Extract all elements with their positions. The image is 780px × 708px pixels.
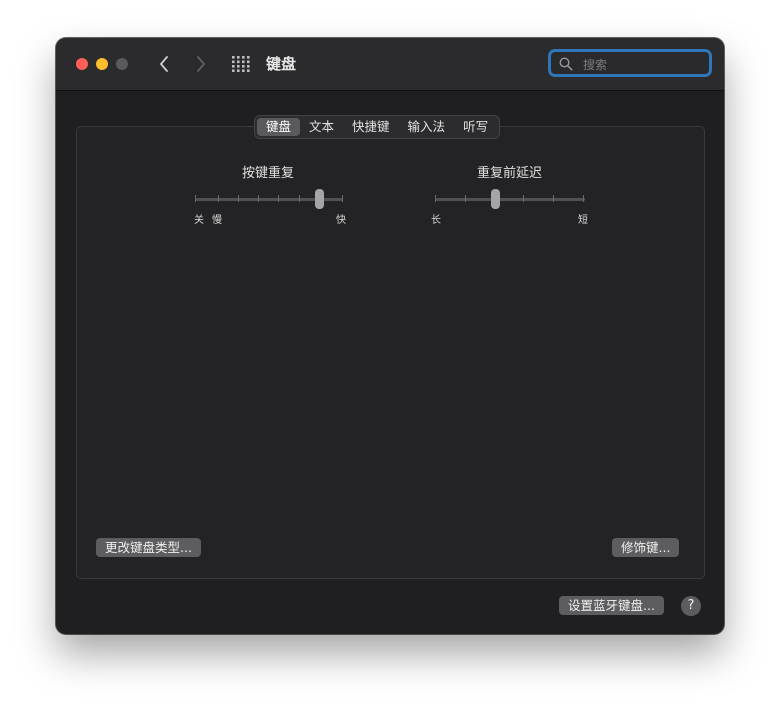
key-repeat-tick <box>258 195 259 202</box>
delay-tick <box>523 195 524 202</box>
close-button[interactable] <box>76 58 88 70</box>
tab-shortcuts[interactable]: 快捷键 <box>343 118 399 136</box>
delay-tick <box>583 195 584 202</box>
delay-long-label: 长 <box>431 215 441 226</box>
key-repeat-fast-label: 快 <box>336 215 346 226</box>
keyboard-preferences-window: 键盘 键盘 文本 快捷键 输入法 听写 按键重复 关 慢 快 重复前延迟 长 短 <box>56 38 724 634</box>
key-repeat-slow-label: 慢 <box>212 215 222 226</box>
search-input[interactable] <box>581 55 705 75</box>
delay-until-repeat-track <box>435 198 585 201</box>
key-repeat-tick <box>195 195 196 202</box>
tab-input-sources[interactable]: 输入法 <box>399 118 455 136</box>
show-all-grid-icon[interactable] <box>232 56 250 72</box>
tab-keyboard[interactable]: 键盘 <box>257 118 301 136</box>
tab-dictation[interactable]: 听写 <box>454 118 497 136</box>
tab-bar: 键盘 文本 快捷键 输入法 听写 <box>254 115 501 139</box>
change-keyboard-type-button[interactable]: 更改键盘类型... <box>96 538 201 557</box>
search-icon <box>559 57 573 71</box>
keyboard-tab-panel <box>76 126 705 579</box>
chevron-left-icon <box>160 56 168 72</box>
delay-until-repeat-slider-thumb[interactable] <box>491 189 500 209</box>
chevron-right-icon <box>197 56 205 72</box>
search-field[interactable] <box>548 49 712 77</box>
key-repeat-tick <box>342 195 343 202</box>
key-repeat-label: 按键重复 <box>242 166 295 181</box>
tab-text[interactable]: 文本 <box>300 118 343 136</box>
key-repeat-tick <box>299 195 300 202</box>
delay-until-repeat-label: 重复前延迟 <box>477 166 543 181</box>
key-repeat-tick <box>278 195 279 202</box>
minimize-button[interactable] <box>96 58 108 70</box>
key-repeat-tick <box>218 195 219 202</box>
help-button[interactable]: ? <box>681 596 701 616</box>
zoom-button[interactable] <box>116 58 128 70</box>
delay-tick <box>465 195 466 202</box>
key-repeat-slider-thumb[interactable] <box>315 189 324 209</box>
key-repeat-off-label: 关 <box>194 215 204 226</box>
forward-button[interactable] <box>191 54 211 74</box>
window-title: 键盘 <box>266 55 297 73</box>
back-button[interactable] <box>154 54 174 74</box>
delay-tick <box>435 195 436 202</box>
setup-bluetooth-keyboard-button[interactable]: 设置蓝牙键盘... <box>559 596 664 615</box>
titlebar: 键盘 <box>56 38 724 91</box>
key-repeat-tick <box>238 195 239 202</box>
modifier-keys-button[interactable]: 修饰键... <box>612 538 680 557</box>
delay-tick <box>553 195 554 202</box>
delay-short-label: 短 <box>578 215 588 226</box>
